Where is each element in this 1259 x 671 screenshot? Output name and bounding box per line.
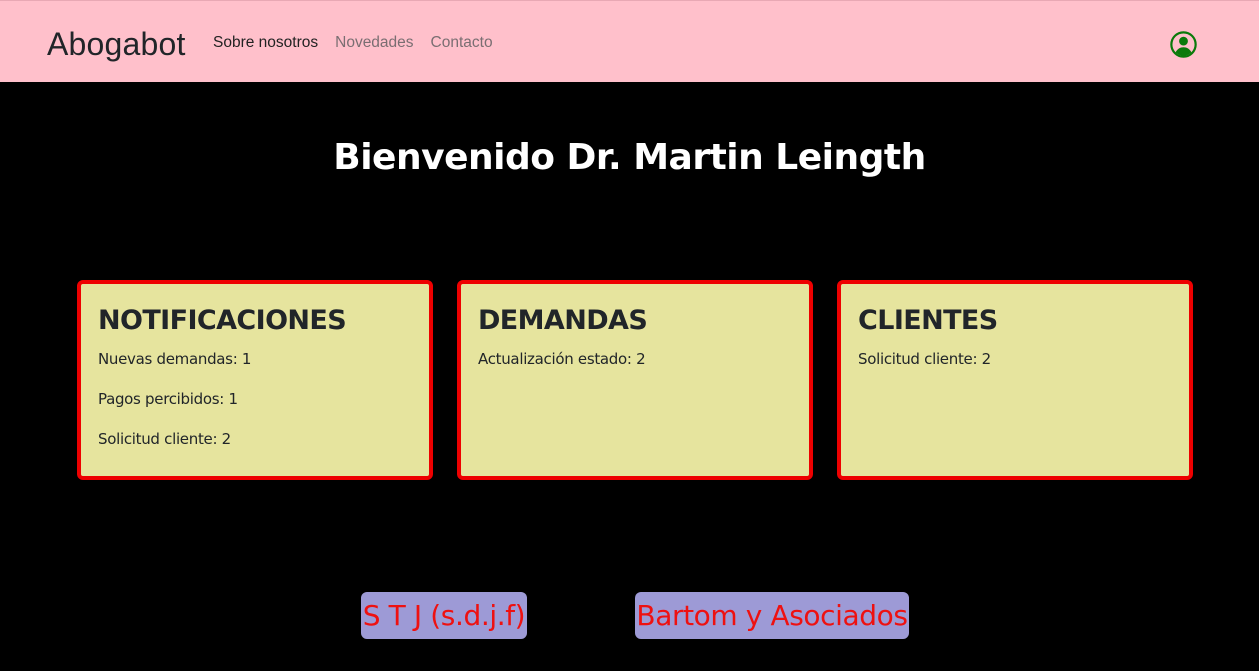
- card-item: Pagos percibidos: 1: [98, 390, 238, 408]
- card-item: Solicitud cliente: 2: [98, 430, 231, 448]
- user-circle-icon[interactable]: [1170, 31, 1197, 58]
- brand-logo[interactable]: Abogabot: [47, 25, 186, 63]
- nav-link-sobre-nosotros[interactable]: Sobre nosotros: [213, 33, 318, 53]
- card-item: Nuevas demandas: 1: [98, 350, 252, 368]
- card-item: Solicitud cliente: 2: [858, 350, 991, 368]
- card-title: NOTIFICACIONES: [98, 305, 347, 336]
- bartom-asociados-button[interactable]: Bartom y Asociados: [635, 592, 909, 639]
- card-demandas[interactable]: DEMANDAS Actualización estado: 2: [457, 280, 813, 480]
- card-item: Actualización estado: 2: [478, 350, 646, 368]
- card-clientes[interactable]: CLIENTES Solicitud cliente: 2: [837, 280, 1193, 480]
- card-notificaciones[interactable]: NOTIFICACIONES Nuevas demandas: 1 Pagos …: [77, 280, 433, 480]
- nav-link-contacto[interactable]: Contacto: [431, 33, 493, 53]
- card-title: CLIENTES: [858, 305, 998, 336]
- nav-link-novedades[interactable]: Novedades: [335, 33, 413, 53]
- nav-links: Sobre nosotros Novedades Contacto: [213, 33, 493, 53]
- card-title: DEMANDAS: [478, 305, 648, 336]
- navbar: Abogabot Sobre nosotros Novedades Contac…: [0, 0, 1259, 82]
- welcome-heading: Bienvenido Dr. Martin Leingth: [333, 137, 926, 178]
- stj-button[interactable]: S T J (s.d.j.f): [361, 592, 527, 639]
